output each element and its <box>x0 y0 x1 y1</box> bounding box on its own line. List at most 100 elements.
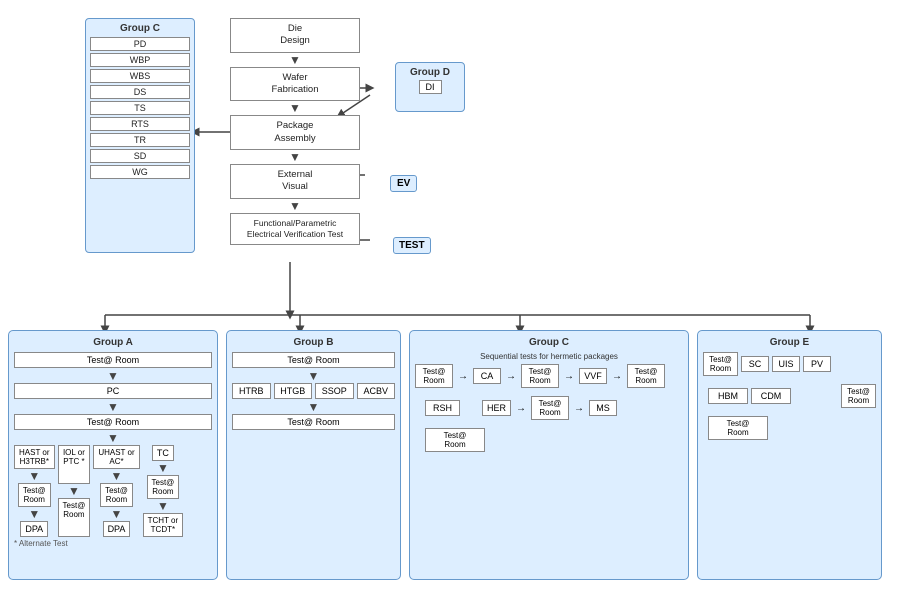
ga-pc: PC <box>14 383 212 399</box>
ge-hbm: HBM <box>708 388 748 404</box>
ga-arrow-tc2: ▼ <box>157 500 169 512</box>
ge-row1: Test@Room SC UIS PV <box>703 352 876 376</box>
gc-test-2: Test@Room <box>521 364 559 388</box>
group-a-title: Group A <box>14 337 212 348</box>
item-wbs: WBS <box>90 69 190 83</box>
ge-test-1: Test@Room <box>703 352 738 376</box>
ge-cdm: CDM <box>751 388 791 404</box>
gc-bot-note: Sequential tests for hermetic packages <box>415 352 683 361</box>
arrow-2: ▼ <box>289 102 301 114</box>
ga-test-room-1: Test@ Room <box>14 352 212 368</box>
ga-col-uhast: UHAST orAC* ▼ Test@Room ▼ DPA <box>93 445 139 537</box>
ga-col-hast: HAST orH3TRB* ▼ Test@Room ▼ DPA <box>14 445 55 537</box>
item-rts: RTS <box>90 117 190 131</box>
ga-note: * Alternate Test <box>14 539 212 548</box>
gb-row1: HTRB HTGB SSOP ACBV <box>232 383 395 399</box>
gc-ms: MS <box>589 400 617 416</box>
group-d: Group D DI <box>395 62 465 112</box>
ga-test-r6: Test@Room <box>147 475 180 499</box>
gc-her: HER <box>482 400 511 416</box>
ga-arrow-2: ▼ <box>14 401 212 413</box>
arrow-3: ▼ <box>289 151 301 163</box>
arrow-4: ▼ <box>289 200 301 212</box>
test-badge: TEST <box>393 237 431 254</box>
item-wg: WG <box>90 165 190 179</box>
group-c-bottom: Group C Sequential tests for hermetic pa… <box>409 330 689 580</box>
item-sd: SD <box>90 149 190 163</box>
gc-row1: Test@Room → CA → Test@Room → VVF → Test@… <box>415 364 683 388</box>
ga-test-room-2: Test@ Room <box>14 414 212 430</box>
gc-arr-1: → <box>458 371 468 382</box>
package-assembly-box: PackageAssembly <box>230 115 360 150</box>
gb-htgb: HTGB <box>274 383 313 399</box>
gb-test-room-1: Test@ Room <box>232 352 395 368</box>
ga-test-r4: Test@Room <box>58 498 91 537</box>
ev-badge: EV <box>390 175 417 192</box>
ga-arrow-u2: ▼ <box>111 508 123 520</box>
gc-arr-2: → <box>506 371 516 382</box>
gb-htrb: HTRB <box>232 383 271 399</box>
gc-arr-3: → <box>564 371 574 382</box>
gc-test-4: Test@Room <box>531 396 569 420</box>
group-d-di: DI <box>419 80 442 94</box>
gb-arrow-2: ▼ <box>232 401 395 413</box>
group-c-top-label: Group C <box>90 23 190 34</box>
ge-sc: SC <box>741 356 769 372</box>
gc-rsh: RSH <box>425 400 460 416</box>
die-design-box: DieDesign <box>230 18 360 53</box>
center-flow: DieDesign ▼ WaferFabrication ▼ PackageAs… <box>235 18 355 245</box>
ge-row2: HBM CDM Test@Room <box>708 384 876 408</box>
item-tr: TR <box>90 133 190 147</box>
arrow-1: ▼ <box>289 54 301 66</box>
ga-hast: HAST orH3TRB* <box>14 445 55 469</box>
gb-test-room-2: Test@ Room <box>232 414 395 430</box>
functional-test-box: Functional/ParametricElectrical Verifica… <box>230 213 360 245</box>
ga-branch-row: HAST orH3TRB* ▼ Test@Room ▼ DPA IOL orPT… <box>14 445 212 537</box>
ga-tcht: TCHT orTCDT* <box>143 513 184 537</box>
gc-vvf: VVF <box>579 368 607 384</box>
ga-tc: TC <box>152 445 174 461</box>
group-e: Group E Test@Room SC UIS PV HBM CDM Test… <box>697 330 882 580</box>
ga-arrow-tc: ▼ <box>157 462 169 474</box>
ga-test-r3: Test@Room <box>18 483 51 507</box>
ga-arrow-1: ▼ <box>14 370 212 382</box>
ga-col-tc: TC ▼ Test@Room ▼ TCHT orTCDT* <box>143 445 184 537</box>
gc-arr-5: → <box>516 403 526 414</box>
gb-ssop: SSOP <box>315 383 354 399</box>
ga-arrow-3: ▼ <box>14 432 212 444</box>
gc-row2: RSH HER → Test@Room → MS <box>425 396 683 420</box>
group-b-title: Group B <box>232 337 395 348</box>
gb-arrow-1: ▼ <box>232 370 395 382</box>
ge-test-2: Test@Room <box>708 416 768 440</box>
gb-acbv: ACBV <box>357 383 396 399</box>
group-c-top: Group C PD WBP WBS DS TS RTS TR SD WG <box>85 18 195 253</box>
gc-ca: CA <box>473 368 501 384</box>
group-c-bot-title: Group C <box>415 337 683 348</box>
item-pd: PD <box>90 37 190 51</box>
ga-dpa1: DPA <box>20 521 48 537</box>
ga-iol: IOL orPTC * <box>58 445 90 484</box>
ga-arrow-h2: ▼ <box>28 508 40 520</box>
group-b: Group B Test@ Room ▼ HTRB HTGB SSOP ACBV… <box>226 330 401 580</box>
wafer-fab-box: WaferFabrication <box>230 67 360 102</box>
diagram-container: Group C PD WBP WBS DS TS RTS TR SD WG Di… <box>0 0 902 595</box>
item-wbp: WBP <box>90 53 190 67</box>
gc-test-5: Test@Room <box>425 428 485 452</box>
ge-uis: UIS <box>772 356 800 372</box>
item-ts: TS <box>90 101 190 115</box>
ge-pv: PV <box>803 356 831 372</box>
ga-arrow-h: ▼ <box>28 470 40 482</box>
gc-test-3: Test@Room <box>627 364 665 388</box>
ge-test-3: Test@Room <box>841 384 876 408</box>
gc-arr-4: → <box>612 371 622 382</box>
group-e-title: Group E <box>703 337 876 348</box>
ga-arrow-u: ▼ <box>111 470 123 482</box>
ga-dpa2: DPA <box>103 521 131 537</box>
group-a: Group A Test@ Room ▼ PC ▼ Test@ Room ▼ H… <box>8 330 218 580</box>
bottom-section: Group A Test@ Room ▼ PC ▼ Test@ Room ▼ H… <box>8 330 890 580</box>
ga-test-r5: Test@Room <box>100 483 133 507</box>
gc-test-1: Test@Room <box>415 364 453 388</box>
ga-col-iol: IOL orPTC * ▼ Test@Room <box>58 445 91 537</box>
gc-arr-6: → <box>574 403 584 414</box>
external-visual-box: ExternalVisual <box>230 164 360 199</box>
